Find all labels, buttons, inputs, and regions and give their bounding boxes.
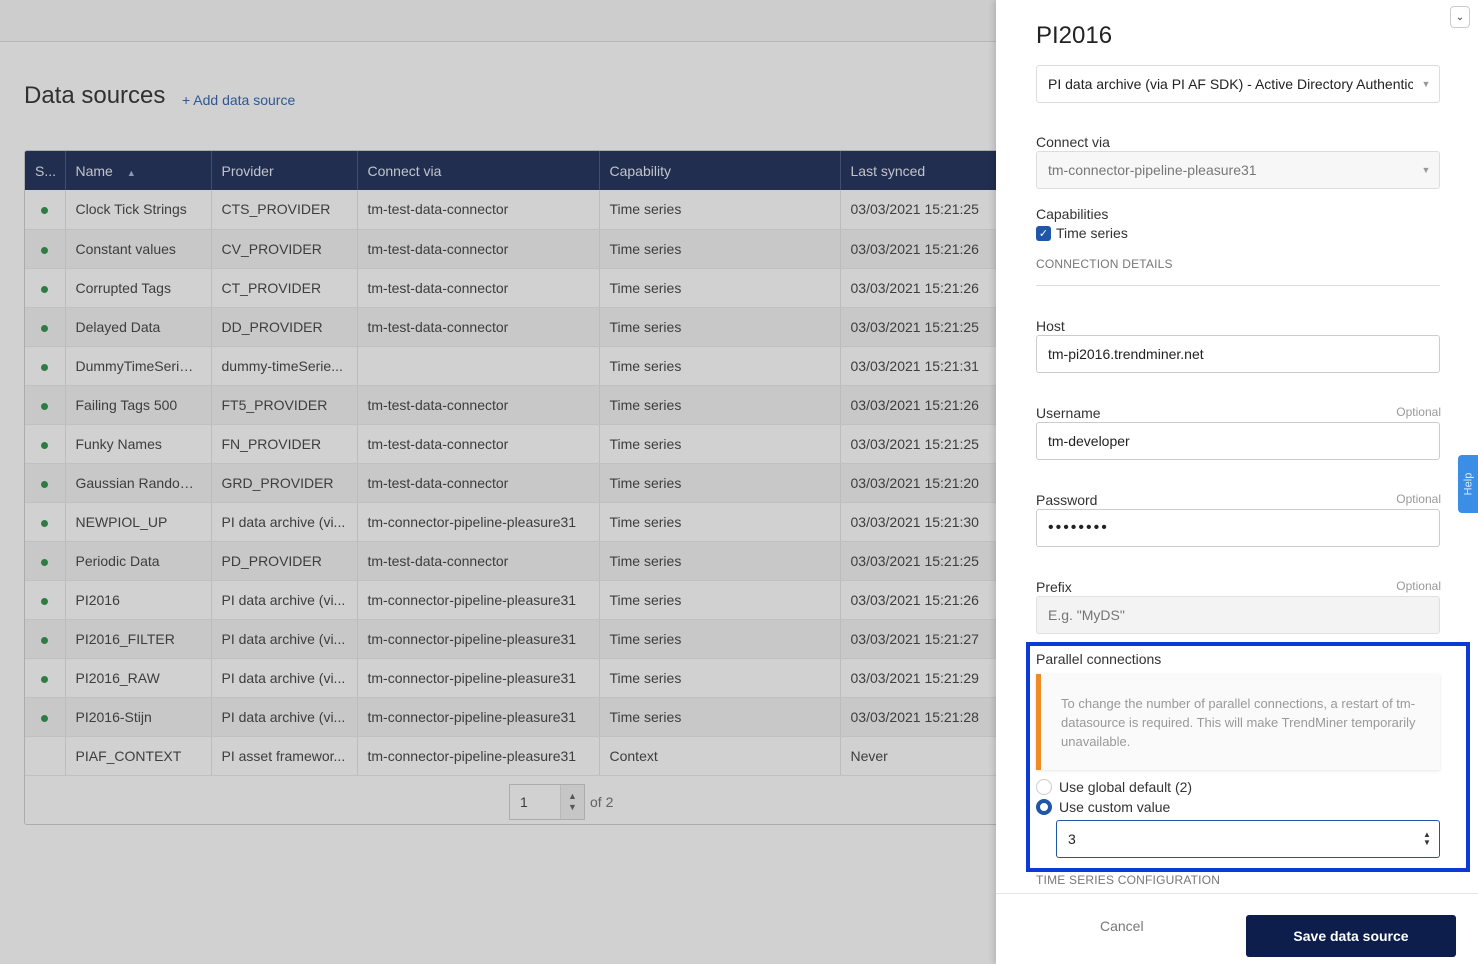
help-tab-label: Help xyxy=(1462,472,1474,496)
connect-via-value: tm-connector-pipeline-pleasure31 xyxy=(1048,162,1257,178)
radio-unselected-icon[interactable] xyxy=(1036,779,1052,795)
host-label: Host xyxy=(1036,318,1065,334)
provider-select-value: PI data archive (via PI AF SDK) - Active… xyxy=(1048,76,1413,92)
username-optional: Optional xyxy=(1396,405,1441,419)
panel-title: PI2016 xyxy=(1036,22,1113,49)
number-spin-icon[interactable]: ▲ ▼ xyxy=(1415,831,1439,847)
prefix-label: Prefix xyxy=(1036,579,1072,595)
radio-custom-label: Use custom value xyxy=(1059,799,1171,815)
capability-time-series[interactable]: ✓ Time series xyxy=(1036,225,1128,241)
edit-data-source-panel: ⌄ PI2016 PI data archive (via PI AF SDK)… xyxy=(996,0,1478,964)
radio-global-label: Use global default (2) xyxy=(1059,779,1193,795)
password-label: Password xyxy=(1036,492,1098,508)
panel-footer: Cancel Save data source xyxy=(996,893,1478,964)
prefix-input[interactable] xyxy=(1036,596,1440,634)
dropdown-caret-icon: ▼ xyxy=(1421,79,1431,89)
chevron-down-icon: ⌄ xyxy=(1455,11,1465,23)
capability-time-series-label: Time series xyxy=(1056,225,1128,241)
radio-custom-value[interactable]: Use custom value xyxy=(1036,799,1170,815)
dropdown-caret-icon: ▼ xyxy=(1421,165,1431,175)
radio-global-default[interactable]: Use global default (2) xyxy=(1036,779,1192,795)
password-input[interactable] xyxy=(1036,509,1440,547)
capabilities-label: Capabilities xyxy=(1036,206,1109,222)
divider xyxy=(1036,285,1440,286)
restart-warning-notice: To change the number of parallel connect… xyxy=(1036,674,1440,770)
connect-via-select[interactable]: tm-connector-pipeline-pleasure31 ▼ xyxy=(1036,151,1440,189)
help-tab[interactable]: Help xyxy=(1458,455,1478,513)
password-optional: Optional xyxy=(1396,492,1441,506)
connection-details-heading: CONNECTION DETAILS xyxy=(1036,257,1173,271)
host-input[interactable] xyxy=(1036,335,1440,373)
time-series-config-heading: TIME SERIES CONFIGURATION xyxy=(1036,873,1221,887)
save-data-source-button[interactable]: Save data source xyxy=(1246,915,1456,957)
modal-backdrop[interactable] xyxy=(0,0,996,964)
prefix-optional: Optional xyxy=(1396,579,1441,593)
cancel-button[interactable]: Cancel xyxy=(1100,918,1144,934)
checkbox-checked-icon[interactable]: ✓ xyxy=(1036,225,1051,241)
provider-select[interactable]: PI data archive (via PI AF SDK) - Active… xyxy=(1036,65,1440,103)
username-label: Username xyxy=(1036,405,1101,421)
connect-via-label: Connect via xyxy=(1036,134,1110,150)
parallel-connections-label: Parallel connections xyxy=(1036,651,1162,667)
custom-connections-input[interactable]: 3 ▲ ▼ xyxy=(1056,820,1440,858)
custom-connections-value[interactable]: 3 xyxy=(1068,831,1415,847)
radio-selected-icon[interactable] xyxy=(1036,799,1052,815)
collapse-panel-button[interactable]: ⌄ xyxy=(1450,6,1470,28)
username-input[interactable] xyxy=(1036,422,1440,460)
